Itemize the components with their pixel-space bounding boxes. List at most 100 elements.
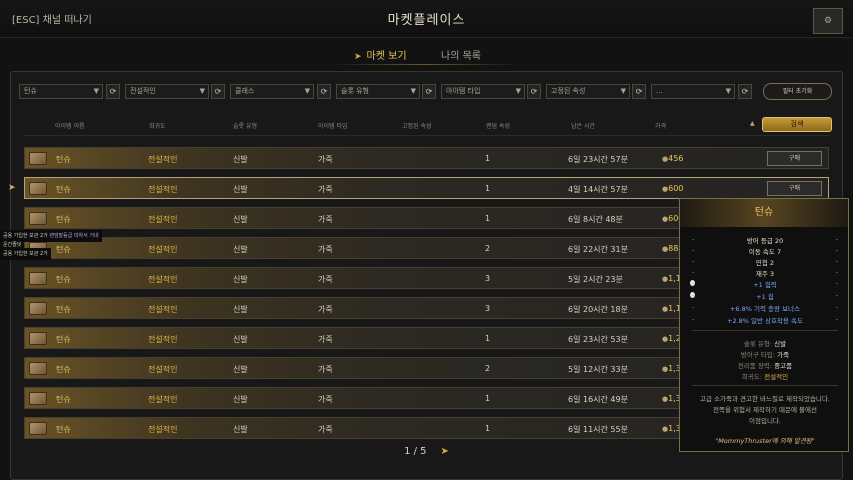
filter-class[interactable]: 클래스 ▼ — [230, 84, 314, 99]
item-random-attr: 2 — [485, 364, 491, 373]
tab-my-listings[interactable]: 나의 목록 — [441, 47, 481, 62]
tab-market-view[interactable]: ➤ 마켓 보기 — [354, 47, 407, 62]
item-rarity: 전설적인 — [148, 245, 178, 254]
tab-bar: ➤ 마켓 보기 나의 목록 — [0, 47, 853, 65]
buy-button[interactable]: 구매 — [767, 181, 822, 196]
item-random-attr: 3 — [485, 304, 491, 313]
item-type: 가죽 — [318, 185, 333, 194]
filter-rarity[interactable]: 전설적인 ▼ — [125, 84, 209, 99]
item-rarity: 전설적인 — [148, 155, 178, 164]
reset-filters-button[interactable]: 필터 초기화 — [763, 83, 832, 100]
column-header-slot[interactable]: 슬롯 유형 — [233, 121, 257, 130]
item-slot: 신발 — [233, 425, 248, 434]
buy-button[interactable]: 구매 — [767, 151, 822, 166]
item-random-attr: 1 — [485, 424, 491, 433]
refresh-icon[interactable]: ⟳ — [527, 84, 541, 99]
refresh-icon[interactable]: ⟳ — [317, 84, 331, 99]
tooltip-stat: 이동 속도 7 — [680, 246, 850, 256]
filter-value: 전설적인 — [130, 87, 156, 95]
refresh-icon[interactable]: ⟳ — [738, 84, 752, 99]
item-rarity: 전설적인 — [148, 305, 178, 314]
item-time-left: 6일 8시간 48분 — [568, 215, 623, 224]
tab-underline — [330, 64, 520, 65]
info-value: 중고품 — [774, 362, 793, 370]
item-type: 가죽 — [318, 425, 333, 434]
boots-item-icon — [29, 152, 47, 165]
column-header-item-type[interactable]: 아이템 타입 — [318, 121, 348, 130]
item-slot: 신발 — [233, 275, 248, 284]
filter-value: 고정된 속성 — [551, 87, 586, 95]
boots-item-icon — [29, 392, 47, 405]
refresh-icon[interactable]: ⟳ — [632, 84, 646, 99]
item-random-attr: 1 — [485, 184, 491, 193]
tooltip-stat: 민첩 2 — [680, 257, 850, 267]
header-divider — [24, 135, 830, 136]
item-name: 턴슈 — [56, 305, 71, 314]
item-slot: 신발 — [233, 155, 248, 164]
column-header-rarity[interactable]: 희귀도 — [149, 121, 166, 130]
chevron-down-icon: ▼ — [620, 87, 626, 95]
item-name: 턴슈 — [56, 335, 71, 344]
filter-item-type[interactable]: 아이템 타입 ▼ — [441, 84, 525, 99]
chevron-down-icon: ▼ — [725, 87, 731, 95]
info-key: 전리품 장력: — [737, 362, 773, 370]
item-time-left: 6일 22시간 31분 — [568, 245, 628, 254]
item-rarity: 전설적인 — [148, 395, 178, 404]
refresh-icon[interactable]: ⟳ — [106, 84, 120, 99]
sort-asc-icon[interactable]: ▲ — [750, 120, 755, 127]
column-header-item-name[interactable]: 아이템 이름 — [55, 121, 85, 130]
refresh-icon[interactable]: ⟳ — [211, 84, 225, 99]
row-pointer-icon: ➤ — [8, 183, 16, 193]
chevron-down-icon: ▼ — [199, 87, 205, 95]
column-header-random-attr[interactable]: 랜덤 속성 — [486, 121, 510, 130]
column-header-fixed-attr[interactable]: 고정된 속성 — [402, 121, 432, 130]
item-tooltip: 턴슈 방어 등급 20 이동 속도 7 민첩 2 재주 3 +1 힘력 +1 힘… — [679, 198, 849, 452]
account-icon[interactable]: ⚙ — [813, 8, 843, 34]
refresh-icon[interactable]: ⟳ — [422, 84, 436, 99]
boots-item-icon — [29, 332, 47, 345]
item-name: 턴슈 — [56, 395, 71, 404]
item-rarity: 전설적인 — [148, 275, 178, 284]
filter-slot-type[interactable]: 슬롯 유형 ▼ — [336, 84, 420, 99]
item-name: 턴슈 — [56, 245, 71, 254]
column-header-price[interactable]: 가격 — [655, 121, 666, 130]
filter-more[interactable]: ... ▼ — [651, 84, 735, 99]
info-key: 방어구 타입: — [740, 351, 776, 359]
item-price: ●456 — [662, 154, 683, 163]
info-value: 전설적인 — [764, 373, 789, 381]
tooltip-description: 전쪽을 위험서 제작하기 때문에 불에선 — [713, 406, 817, 414]
chevron-down-icon: ▼ — [515, 87, 521, 95]
filter-value: 아이템 타입 — [446, 87, 481, 95]
tooltip-info: 방어구 타입: 가죽 — [680, 349, 850, 359]
item-slot: 신발 — [233, 395, 248, 404]
chevron-down-icon: ▼ — [93, 87, 99, 95]
filter-value: 턴슈 — [24, 87, 37, 95]
table-row[interactable]: 턴슈 전설적인 신발 가죽 1 4일 14시간 57분 ●600 구매 — [24, 177, 829, 199]
tooltip-bonus: +2.8% 일반 상호작용 속도 — [680, 315, 850, 325]
tab-arrow-icon: ➤ — [354, 52, 362, 62]
column-header-time-left[interactable]: 남은 시간 — [571, 121, 595, 130]
info-value: 가죽 — [777, 351, 790, 359]
tooltip-bonus: +1 힘력 — [680, 279, 850, 289]
item-time-left: 5일 2시간 23분 — [568, 275, 623, 284]
item-name: 턴슈 — [56, 155, 71, 164]
item-slot: 신발 — [233, 215, 248, 224]
filter-fixed-attribute[interactable]: 고정된 속성 ▼ — [546, 84, 630, 99]
next-page-button[interactable]: ➤ — [441, 446, 449, 457]
item-random-attr: 1 — [485, 214, 491, 223]
filter-item-name[interactable]: 턴슈 ▼ — [19, 84, 103, 99]
item-time-left: 6일 16시간 49분 — [568, 395, 628, 404]
tab-label: 마켓 보기 — [366, 51, 407, 62]
item-time-left: 6일 20시간 18분 — [568, 305, 628, 314]
chevron-down-icon: ▼ — [410, 87, 416, 95]
search-button[interactable]: 검색 — [762, 117, 832, 132]
chevron-down-icon: ▼ — [304, 87, 310, 95]
item-random-attr: 3 — [485, 274, 491, 283]
price-value: 600 — [668, 184, 684, 193]
filter-value: 클래스 — [235, 87, 255, 95]
table-row[interactable]: 턴슈 전설적인 신발 가죽 1 6일 23시간 57분 ●456 구매 — [24, 147, 829, 169]
item-slot: 신발 — [233, 185, 248, 194]
boots-item-icon — [29, 422, 47, 435]
tooltip-description: 이점입니다. — [749, 417, 781, 425]
info-key: 희귀도: — [741, 373, 763, 381]
